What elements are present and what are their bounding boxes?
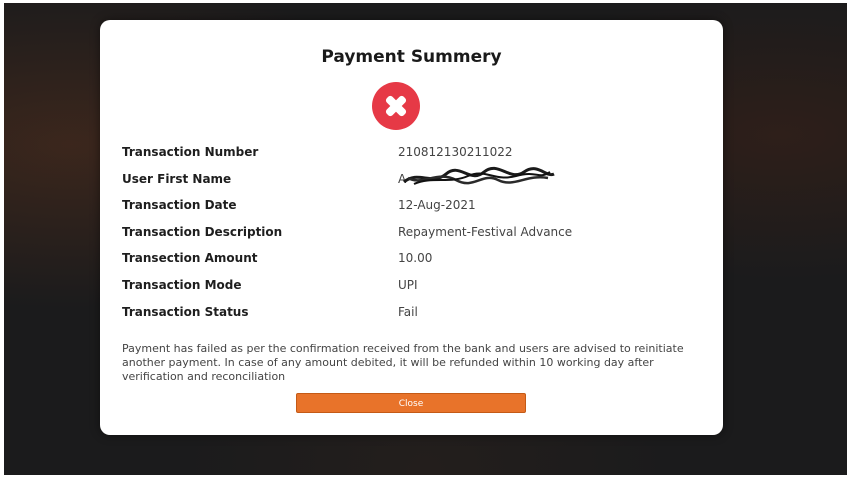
transaction-description-value: Repayment-Festival Advance xyxy=(398,225,573,239)
transaction-date-row: Transaction Date 12-Aug-2021 xyxy=(122,198,702,218)
transaction-mode-row: Transaction Mode UPI xyxy=(122,278,702,298)
transaction-description-row: Transaction Description Repayment-Festiv… xyxy=(122,225,702,245)
close-button[interactable]: Close xyxy=(296,393,526,413)
transaction-status-row: Transaction Status Fail xyxy=(122,305,702,325)
transaction-number-value: 210812130211022 xyxy=(398,145,513,159)
transaction-mode-label: Transaction Mode xyxy=(122,278,242,292)
close-circle-icon xyxy=(372,82,420,130)
transaction-status-value: Fail xyxy=(398,305,418,319)
transaction-status-label: Transaction Status xyxy=(122,305,249,319)
redaction-scribble xyxy=(403,166,555,185)
payment-summary-dialog: Payment Summery Transaction Number 21081… xyxy=(100,20,723,435)
transaction-amount-row: Transection Amount 10.00 xyxy=(122,251,702,271)
transaction-description-label: Transaction Description xyxy=(122,225,283,239)
user-first-name-row: User First Name A xyxy=(122,166,702,192)
dialog-title: Payment Summery xyxy=(321,47,502,67)
user-first-name-label: User First Name xyxy=(122,172,232,186)
transaction-number-row: Transaction Number 210812130211022 xyxy=(122,145,702,165)
transaction-number-label: Transaction Number xyxy=(122,145,259,159)
failure-message: Payment has failed as per the confirmati… xyxy=(122,342,684,383)
transaction-mode-value: UPI xyxy=(398,278,418,292)
transaction-date-value: 12-Aug-2021 xyxy=(398,198,476,212)
transaction-amount-label: Transection Amount xyxy=(122,251,258,265)
transaction-amount-value: 10.00 xyxy=(398,251,433,265)
transaction-date-label: Transaction Date xyxy=(122,198,237,212)
